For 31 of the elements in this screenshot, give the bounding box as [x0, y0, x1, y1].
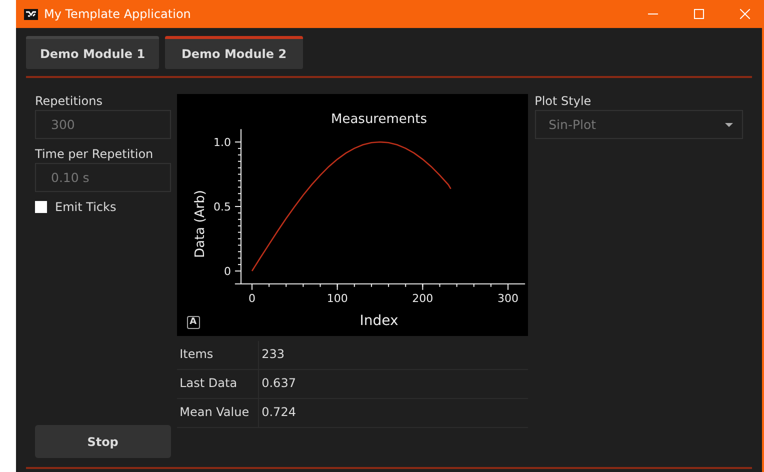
field-label: Time per Repetition: [35, 147, 154, 161]
maximize-icon[interactable]: [694, 9, 704, 19]
tick-label: 0.5: [213, 200, 231, 214]
dropdown[interactable]: Sin-Plot: [534, 110, 743, 139]
table-cell-text: 0.724: [260, 404, 296, 421]
field-label: Plot Style: [534, 94, 592, 108]
table-cell: Mean Value: [176, 399, 259, 427]
checkbox-label: Emit Ticks: [55, 200, 116, 214]
table-cell-text: 233: [260, 346, 285, 363]
tab[interactable]: Demo Module 1: [26, 36, 159, 69]
table-cell-text: 0.637: [260, 375, 296, 392]
field-label: Repetitions: [35, 94, 104, 108]
axis-title: Data (Arb): [192, 190, 208, 258]
chart-title: Measurements: [330, 112, 427, 127]
tick-label: 100: [326, 292, 348, 305]
app-icon: [24, 8, 38, 20]
table-cell: Items: [176, 341, 259, 369]
tick-label: 0: [248, 292, 256, 305]
tab[interactable]: Demo Module 2: [165, 36, 303, 69]
close-icon[interactable]: [740, 9, 750, 19]
tick-label: 300: [497, 292, 518, 305]
stop-button[interactable]: Stop: [35, 425, 171, 458]
tick-label: 1.0: [213, 136, 231, 149]
table-cell: Last Data: [176, 370, 259, 398]
caret-icon: [725, 122, 733, 126]
window-title: My Template Application: [44, 7, 191, 21]
autoscale-button[interactable]: A: [186, 316, 200, 329]
tick-label: 0: [224, 265, 231, 278]
axis-title: Index: [359, 313, 398, 329]
tick-label: 200: [412, 292, 433, 305]
checkbox[interactable]: [35, 201, 47, 213]
